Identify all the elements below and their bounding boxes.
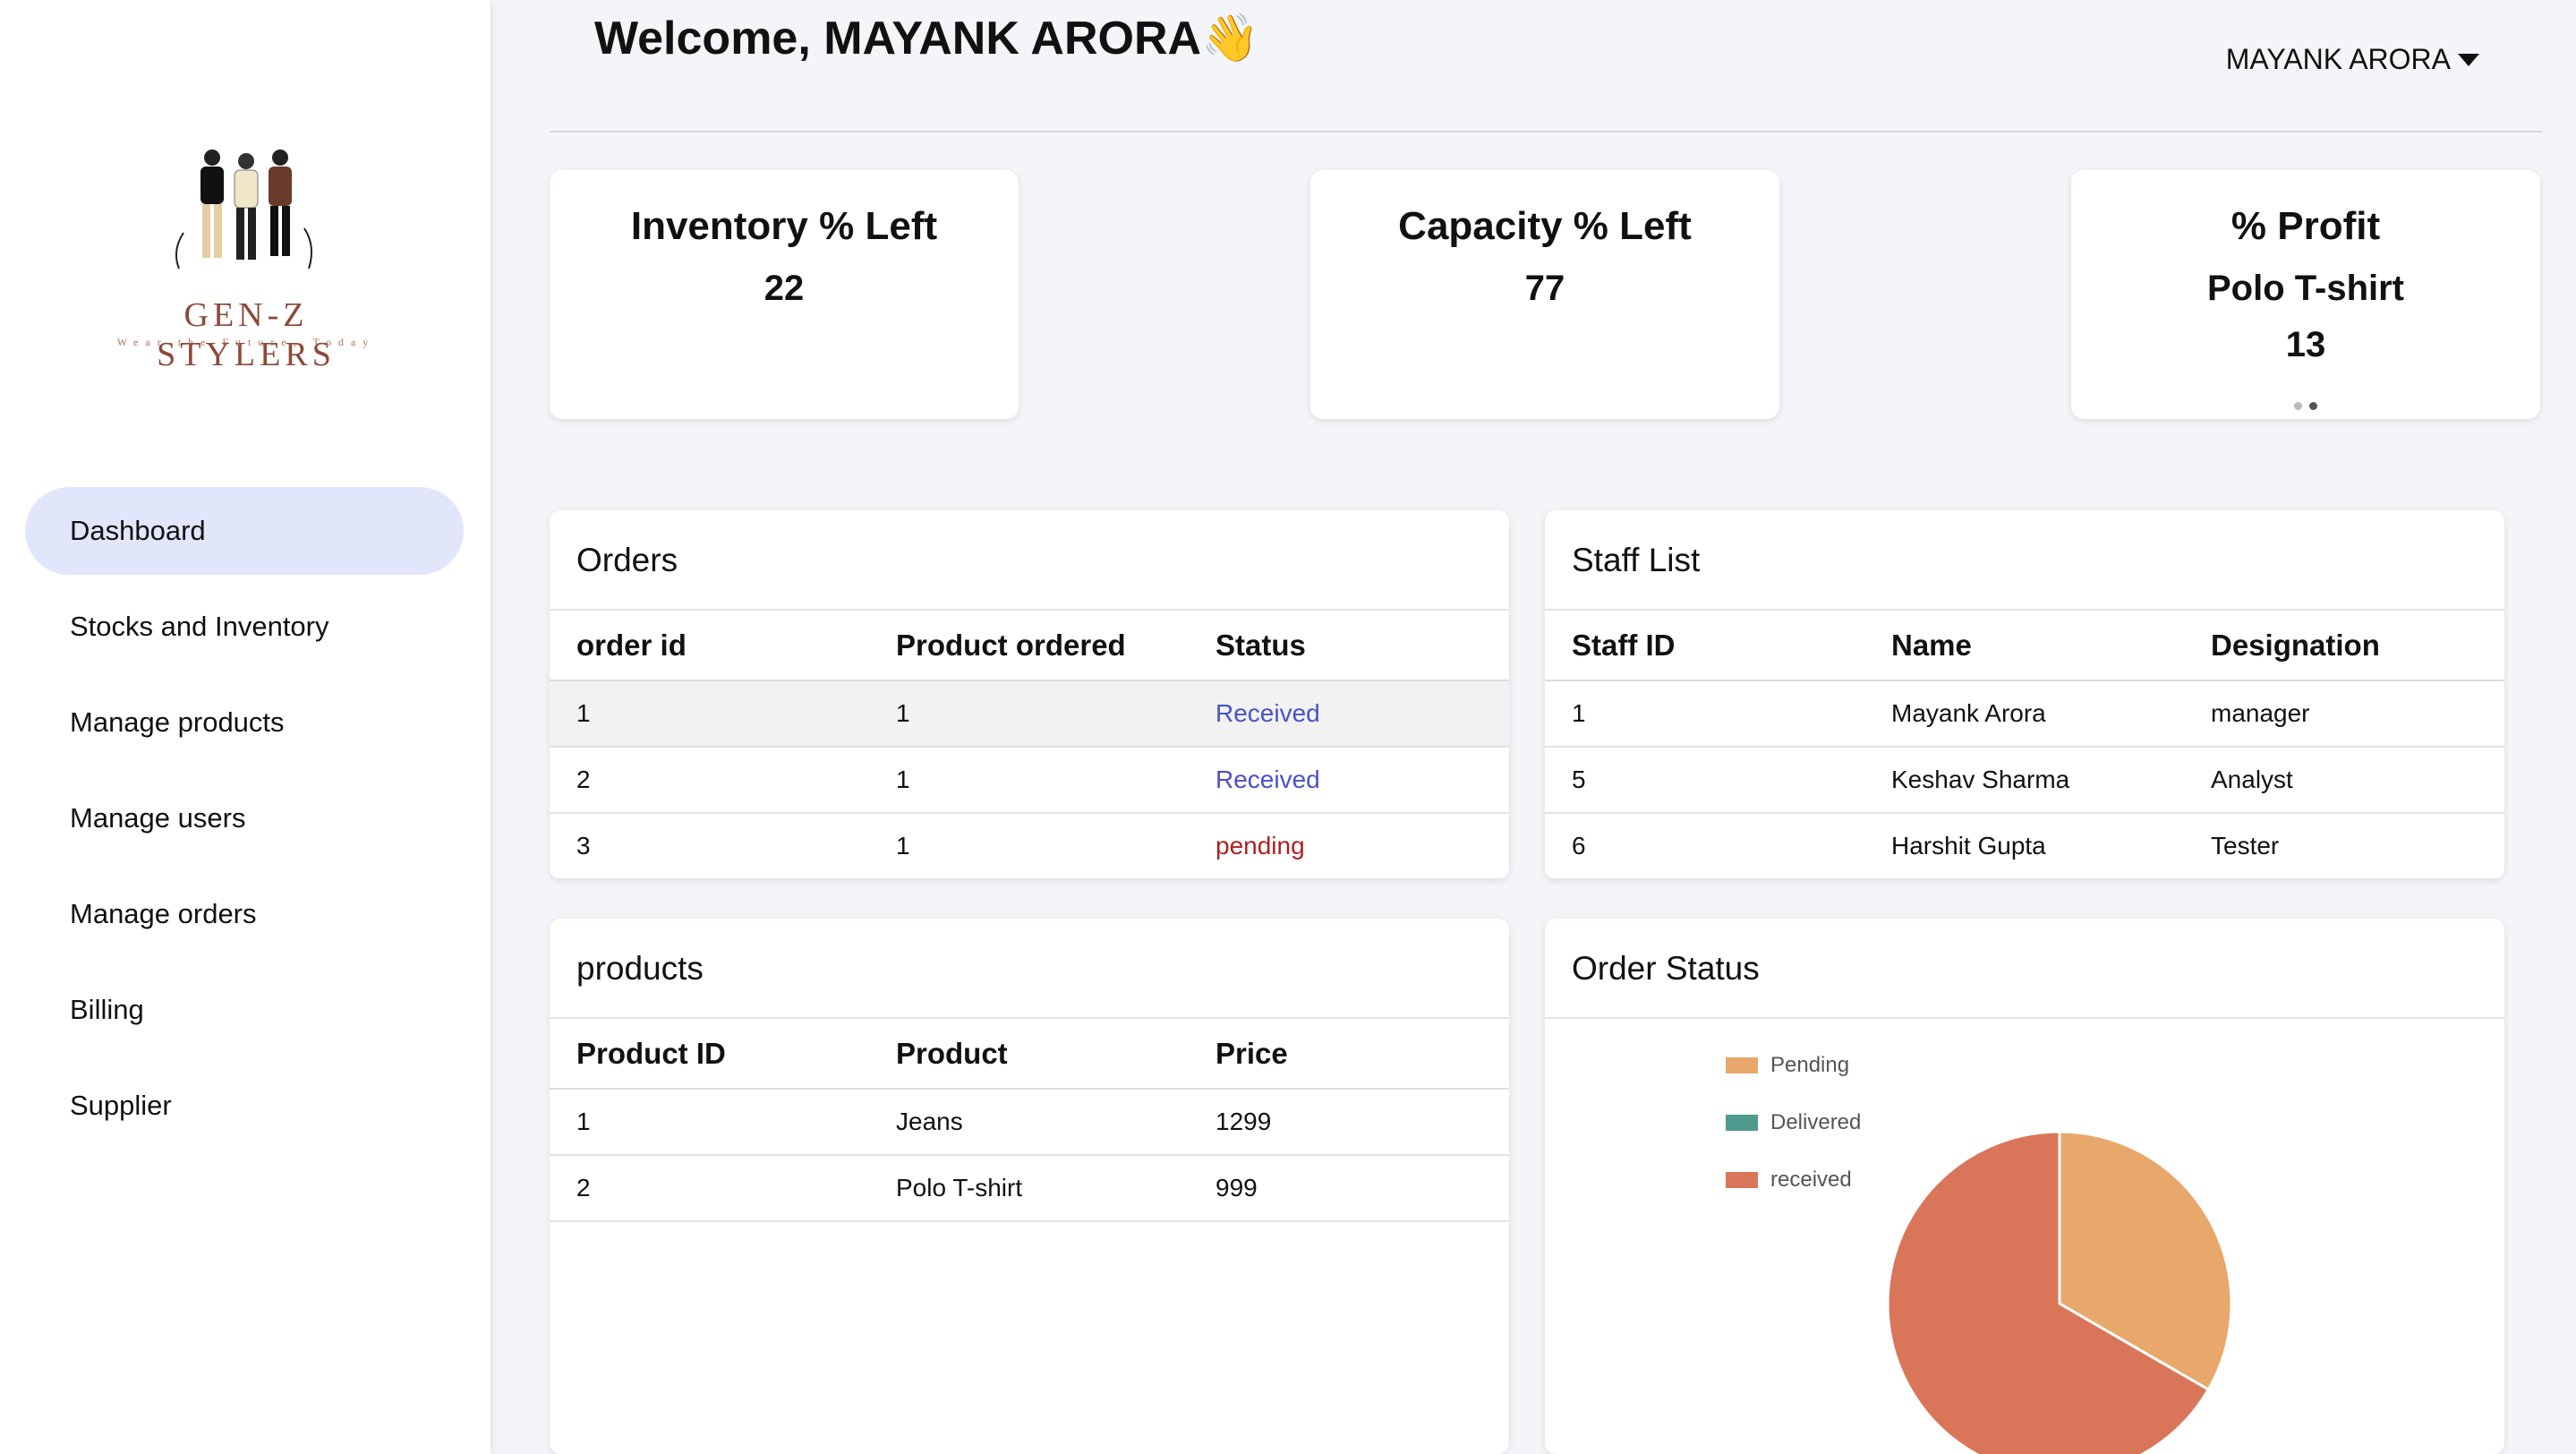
table-cell: manager	[2184, 680, 2504, 748]
table-cell: 1	[869, 747, 1189, 814]
column-header: Product ID	[550, 1019, 869, 1090]
staff-panel: Staff List Staff ID Name Designation 1 M…	[1545, 510, 2504, 879]
legend-swatch	[1726, 1172, 1758, 1188]
capacity-value: 77	[1524, 269, 1565, 308]
table-cell: Harshit Gupta	[1864, 813, 2184, 879]
column-header: order id	[550, 611, 869, 681]
table-header-row: Staff ID Name Designation	[1545, 611, 2504, 681]
table-row[interactable]: 2 Polo T-shirt 999	[550, 1155, 1509, 1222]
status-cell: Received	[1189, 747, 1509, 814]
brand-tagline: Wear the Future, Today	[116, 336, 376, 348]
products-title: products	[550, 919, 1509, 1019]
table-row[interactable]: 5 Keshav Sharma Analyst	[1545, 747, 2504, 814]
table-cell: Polo T-shirt	[869, 1155, 1189, 1222]
table-header-row: Product ID Product Price	[550, 1019, 1509, 1090]
table-cell: 2	[550, 747, 869, 814]
table-header-row: order id Product ordered Status	[550, 611, 1509, 681]
table-cell: 1	[550, 680, 869, 748]
order-status-pie-chart	[1886, 1130, 2233, 1454]
sidebar-item-manage-orders[interactable]: Manage orders	[25, 870, 464, 958]
orders-table: order id Product ordered Status 1 1 Rece…	[550, 611, 1509, 879]
products-table: Product ID Product Price 1 Jeans 1299 2 …	[550, 1019, 1509, 1222]
column-header: Product	[869, 1019, 1189, 1090]
sidebar-item-manage-products[interactable]: Manage products	[25, 679, 464, 766]
legend-item-pending[interactable]: Pending	[1726, 1053, 1849, 1078]
products-panel: products Product ID Product Price 1 Jean…	[550, 919, 1509, 1454]
profit-value: 13	[2285, 325, 2326, 364]
inventory-value: 22	[763, 269, 805, 308]
sidebar-item-manage-users[interactable]: Manage users	[25, 774, 464, 862]
table-row[interactable]: 1 1 Received	[550, 680, 1509, 748]
legend-item-received[interactable]: received	[1726, 1167, 1852, 1193]
table-row[interactable]: 1 Jeans 1299	[550, 1089, 1509, 1156]
table-cell: 1	[869, 813, 1189, 879]
table-cell: 5	[1545, 747, 1864, 814]
sidebar-item-billing[interactable]: Billing	[25, 966, 464, 1054]
table-row[interactable]: 1 Mayank Arora manager	[1545, 680, 2504, 748]
column-header: Status	[1189, 611, 1509, 681]
column-header: Price	[1189, 1019, 1509, 1090]
user-name: MAYANK ARORA	[2225, 43, 2451, 75]
welcome-heading: Welcome, MAYANK ARORA👋	[594, 13, 1259, 64]
inventory-card: Inventory % Left 22	[550, 170, 1019, 419]
sidebar-nav: Dashboard Stocks and Inventory Manage pr…	[25, 487, 464, 1158]
brand-logo: GEN-Z STYLERS Wear the Future, Today	[90, 143, 403, 373]
table-row[interactable]: 3 1 pending	[550, 813, 1509, 879]
user-menu[interactable]: MAYANK ARORA	[2226, 43, 2479, 76]
brand-name: GEN-Z STYLERS	[157, 296, 336, 373]
table-cell: 1	[550, 1089, 869, 1156]
table-row[interactable]: 6 Harshit Gupta Tester	[1545, 813, 2504, 879]
capacity-card: Capacity % Left 77	[1310, 170, 1779, 419]
profit-product: Polo T-shirt	[2207, 269, 2404, 308]
inventory-title: Inventory % Left	[630, 204, 938, 248]
table-cell: 999	[1189, 1155, 1509, 1222]
table-cell: 2	[550, 1155, 869, 1222]
table-cell: 6	[1545, 813, 1864, 879]
legend-label: Delivered	[1770, 1110, 1862, 1134]
table-cell: Mayank Arora	[1864, 680, 2184, 748]
caret-down-icon	[2458, 53, 2479, 66]
legend-item-delivered[interactable]: Delivered	[1726, 1110, 1861, 1135]
legend-label: received	[1770, 1167, 1852, 1192]
top-bar: Welcome, MAYANK ARORA👋 MAYANK ARORA	[550, 0, 2542, 133]
sidebar-item-stocks-inventory[interactable]: Stocks and Inventory	[25, 583, 464, 671]
orders-panel: Orders order id Product ordered Status 1…	[550, 510, 1509, 879]
profit-card: % Profit Polo T-shirt 13	[2071, 170, 2540, 419]
profit-title: % Profit	[2231, 204, 2381, 248]
staff-title: Staff List	[1545, 510, 2504, 611]
carousel-dot-active[interactable]	[2309, 402, 2317, 410]
carousel-dot[interactable]	[2294, 402, 2302, 410]
table-row[interactable]: 2 1 Received	[550, 747, 1509, 814]
sidebar-item-supplier[interactable]: Supplier	[25, 1062, 464, 1150]
column-header: Staff ID	[1545, 611, 1864, 681]
table-cell: 3	[550, 813, 869, 879]
order-status-title: Order Status	[1545, 919, 2504, 1019]
legend-label: Pending	[1770, 1053, 1850, 1077]
table-cell: Jeans	[869, 1089, 1189, 1156]
sidebar: GEN-Z STYLERS Wear the Future, Today Das…	[0, 0, 490, 1454]
legend-swatch	[1726, 1115, 1758, 1131]
table-cell: 1	[869, 680, 1189, 748]
order-status-panel: Order Status Pending Delivered received	[1545, 919, 2504, 1454]
table-cell: Keshav Sharma	[1864, 747, 2184, 814]
staff-table: Staff ID Name Designation 1 Mayank Arora…	[1545, 611, 2504, 879]
column-header: Name	[1864, 611, 2184, 681]
column-header: Product ordered	[869, 611, 1189, 681]
capacity-title: Capacity % Left	[1398, 204, 1692, 248]
carousel-dots	[2071, 402, 2540, 410]
legend-swatch	[1726, 1057, 1758, 1073]
sidebar-item-dashboard[interactable]: Dashboard	[25, 487, 464, 575]
column-header: Designation	[2184, 611, 2504, 681]
table-cell: 1	[1545, 680, 1864, 748]
logo-figures-icon	[175, 150, 313, 269]
status-cell: pending	[1189, 813, 1509, 879]
table-cell: Tester	[2184, 813, 2504, 879]
table-cell: Analyst	[2184, 747, 2504, 814]
status-cell: Received	[1189, 680, 1509, 748]
orders-title: Orders	[550, 510, 1509, 611]
table-cell: 1299	[1189, 1089, 1509, 1156]
